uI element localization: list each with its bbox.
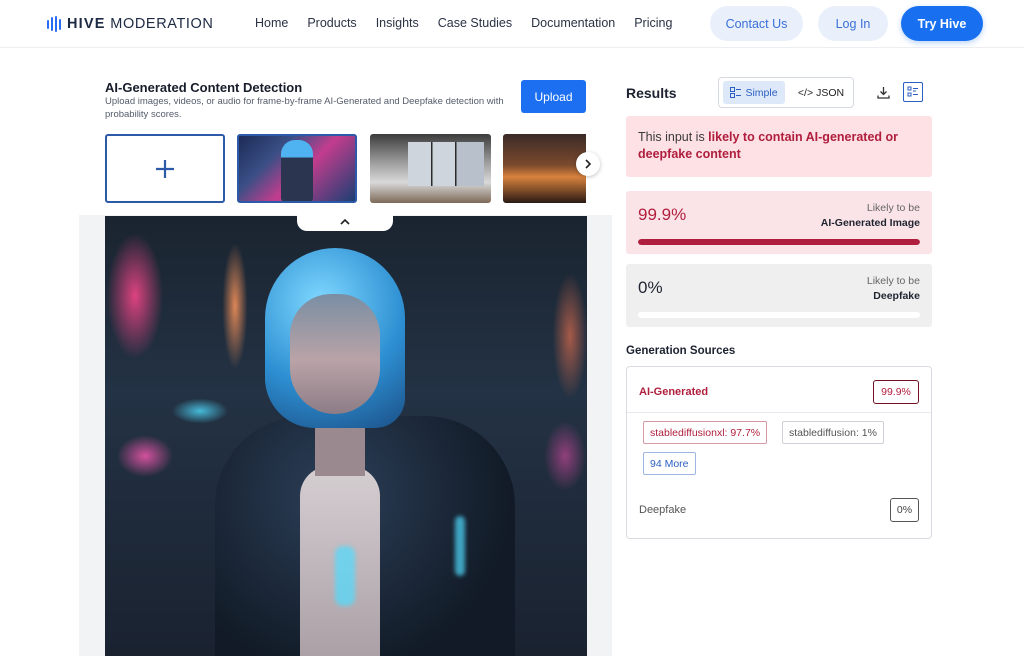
source-chip-stablediffusionxl[interactable]: stablediffusionxl: 97.7% — [643, 421, 768, 444]
gen-ai-score-badge: 99.9% — [873, 380, 919, 404]
verdict-prefix: This input is — [638, 130, 709, 144]
deepfake-class: Deepfake — [873, 290, 920, 302]
ai-generated-score: 99.9% — [638, 205, 687, 224]
nav-link-home[interactable]: Home — [255, 16, 288, 30]
ai-generated-class: AI-Generated Image — [820, 217, 920, 229]
chevron-up-icon — [340, 218, 350, 225]
nav-links: Home Products Insights Case Studies Docu… — [255, 16, 672, 30]
detection-title: AI-Generated Content Detection — [105, 80, 303, 95]
detection-description: Upload images, videos, or audio for fram… — [105, 96, 504, 120]
ai-generated-progress-track — [638, 239, 920, 245]
deepfake-score: 0% — [638, 278, 663, 297]
likely-to-be-text: Likely to be — [866, 202, 920, 214]
thumbnails-next-button[interactable] — [576, 152, 600, 176]
more-sources-button[interactable]: 94 More — [643, 452, 696, 475]
hive-logo-icon — [47, 16, 61, 32]
deepfake-score-card: 0% Likely to be Deepfake — [626, 264, 932, 327]
simple-view-icon — [730, 87, 742, 98]
json-view-label: JSON — [816, 86, 845, 99]
download-icon — [876, 86, 890, 99]
nav-link-insights[interactable]: Insights — [376, 16, 419, 30]
nav-link-products[interactable]: Products — [307, 16, 356, 30]
code-icon: </> — [797, 86, 814, 99]
generation-sources-title: Generation Sources — [626, 345, 736, 357]
likely-to-be-text: Likely to be — [866, 275, 920, 287]
download-button[interactable] — [873, 82, 893, 102]
analyzed-image — [105, 216, 587, 656]
deepfake-progress-track — [638, 312, 920, 318]
gen-ai-label: AI-Generated — [639, 386, 709, 398]
verdict-banner: This input is likely to contain AI-gener… — [626, 116, 932, 177]
gen-deepfake-label: Deepfake — [639, 504, 687, 516]
simple-view-label: Simple — [745, 86, 778, 99]
plus-icon — [156, 159, 174, 178]
log-in-button[interactable]: Log In — [818, 6, 888, 41]
json-view-button[interactable]: </> JSON — [791, 81, 851, 104]
nav-link-documentation[interactable]: Documentation — [531, 16, 615, 30]
deepfake-score-label: Likely to be Deepfake — [867, 274, 920, 304]
upload-button[interactable]: Upload — [521, 80, 586, 113]
thumbnail-interior[interactable] — [370, 134, 491, 203]
ai-generated-score-card: 99.9% Likely to be AI-Generated Image — [626, 191, 932, 254]
collapse-thumbnails-button[interactable] — [297, 213, 393, 231]
brand-name: HIVE MODERATION — [67, 16, 214, 32]
gen-deepfake-score-badge: 0% — [890, 498, 919, 522]
add-media-button[interactable] — [105, 134, 225, 203]
source-chip-stablediffusion[interactable]: stablediffusion: 1% — [782, 421, 884, 444]
view-mode-toggle: Simple </> JSON — [718, 77, 854, 108]
chevron-right-icon — [585, 159, 592, 169]
contact-us-button[interactable]: Contact Us — [710, 6, 803, 41]
ai-generated-score-label: Likely to be AI-Generated Image — [821, 201, 920, 231]
thumbnail-sunset[interactable] — [503, 134, 586, 203]
thumbnail-neon-portrait[interactable] — [237, 134, 357, 203]
ai-generated-progress-bar — [638, 239, 920, 245]
nav-link-case-studies[interactable]: Case Studies — [438, 16, 512, 30]
hive-logo[interactable]: HIVE MODERATION — [47, 14, 214, 34]
results-title: Results — [626, 85, 677, 101]
detailed-list-button[interactable] — [903, 82, 923, 102]
divider — [627, 412, 931, 413]
generation-sources-panel: AI-Generated 99.9% stablediffusionxl: 97… — [626, 366, 932, 539]
top-nav: HIVE MODERATION Home Products Insights C… — [0, 0, 1024, 48]
try-hive-button[interactable]: Try Hive — [901, 6, 983, 41]
list-icon — [907, 86, 918, 97]
nav-link-pricing[interactable]: Pricing — [634, 16, 672, 30]
simple-view-button[interactable]: Simple — [723, 81, 785, 104]
